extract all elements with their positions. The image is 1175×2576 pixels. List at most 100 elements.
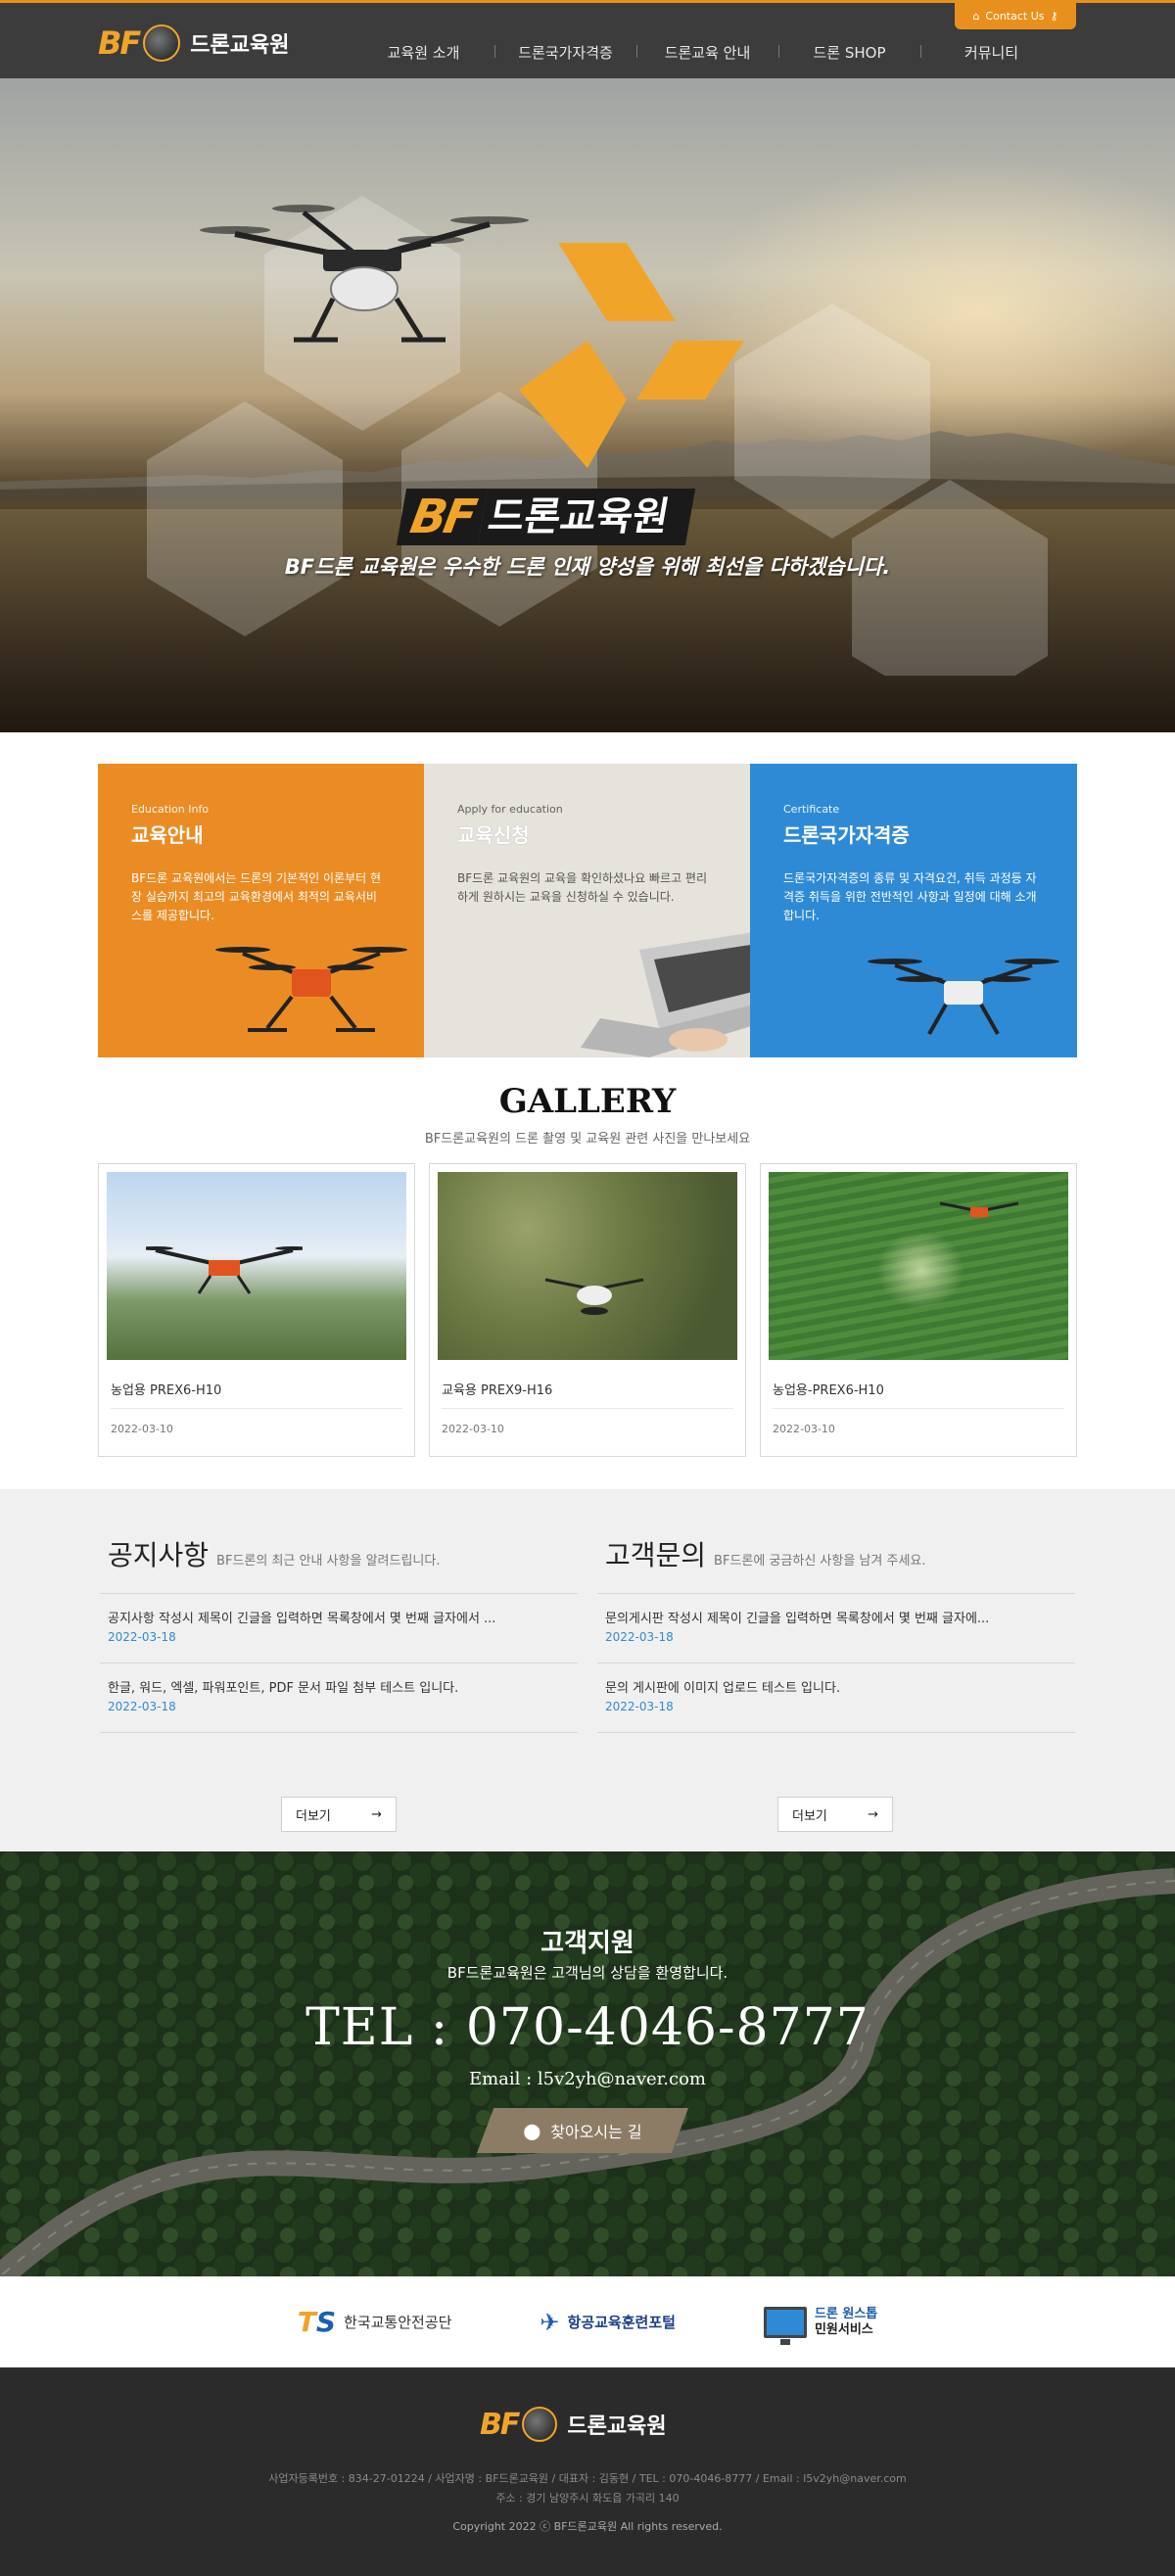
inquiry-title: 고객문의 bbox=[605, 1539, 707, 1571]
map-pin-icon: ⬤ bbox=[523, 2121, 541, 2140]
list-item[interactable]: 문의게시판 작성시 제목이 긴글을 입력하면 목록창에서 몇 번째 글자에...… bbox=[597, 1594, 1075, 1663]
hero-drone-image bbox=[200, 205, 529, 343]
notice-title: 공지사항 bbox=[108, 1539, 210, 1571]
inquiry-more-button[interactable]: 더보기 → bbox=[777, 1797, 893, 1832]
footer-logo[interactable]: BF 드론교육원 bbox=[480, 2407, 667, 2442]
card-title: 교육안내 bbox=[131, 823, 204, 847]
list-item-title: 문의게시판 작성시 제목이 긴글을 입력하면 목록창에서 몇 번째 글자에... bbox=[605, 1612, 990, 1626]
gallery-title: GALLERY bbox=[498, 1082, 677, 1121]
site-footer: BF 드론교육원 사업자등록번호 : 834-27-01224 / 사업자명 :… bbox=[0, 2367, 1175, 2576]
cert-drone-image bbox=[868, 959, 1059, 1035]
gallery-photo bbox=[769, 1172, 1068, 1360]
gallery-item-title: 농업용 PREX6-H10 bbox=[111, 1380, 402, 1409]
hero-brand-logo: BF 드론교육원 bbox=[396, 483, 696, 551]
support-subtitle: BF드론교육원은 고객님의 상담을 환영합니다. bbox=[446, 1964, 728, 1982]
footer-logo-text: 드론교육원 bbox=[567, 2414, 667, 2439]
card-apply-education[interactable]: Apply for education 교육신청 BF드론 교육원의 교육을 확… bbox=[424, 764, 750, 1057]
main-nav: 교육원 소개 드론국가자격증 드론교육 안내 드론 SHOP 커뮤니티 bbox=[352, 42, 1062, 63]
notice-more-button[interactable]: 더보기 → bbox=[281, 1797, 397, 1832]
arrow-right-icon: → bbox=[371, 1806, 382, 1822]
directions-label: 찾아오시는 길 bbox=[550, 2123, 642, 2141]
partner-name-line1: 드론 원스톱 bbox=[814, 2306, 878, 2321]
gallery-item[interactable]: 농업용-PREX6-H10 2022-03-10 bbox=[760, 1163, 1077, 1457]
site-logo[interactable]: BF 드론교육원 bbox=[98, 24, 289, 62]
nav-item-shop[interactable]: 드론 SHOP bbox=[778, 42, 920, 63]
arrow-right-icon: → bbox=[868, 1806, 878, 1822]
ts-logo-t: T bbox=[297, 2306, 316, 2338]
footer-logo-mark: BF bbox=[480, 2407, 520, 2442]
list-item[interactable]: 공지사항 작성시 제목이 긴글을 입력하면 목록창에서 몇 번째 글자에서 ..… bbox=[100, 1594, 578, 1663]
gallery-subtitle: BF드론교육원의 드론 촬영 및 교육원 관련 사진을 만나보세요 bbox=[424, 1132, 751, 1147]
footer-address: 주소 : 경기 남양주시 화도읍 가곡리 140 bbox=[495, 2492, 680, 2505]
nav-item-about[interactable]: 교육원 소개 bbox=[352, 42, 494, 63]
gallery-item[interactable]: 농업용 PREX6-H10 2022-03-10 bbox=[98, 1163, 415, 1457]
hero-slogan: BF드론 교육원은 우수한 드론 인재 양성을 위해 최선을 다하겠습니다. bbox=[284, 555, 891, 579]
customer-support-section: 고객지원 BF드론교육원은 고객님의 상담을 환영합니다. TEL : 070-… bbox=[0, 1851, 1175, 2276]
home-icon: ⌂ bbox=[972, 10, 980, 23]
partner-kotsa[interactable]: TS 한국교통안전공단 bbox=[298, 2306, 452, 2338]
notice-header: 공지사항 BF드론의 최근 안내 사항을 알려드립니다. bbox=[100, 1534, 578, 1573]
notice-subtitle: BF드론의 최근 안내 사항을 알려드립니다. bbox=[216, 1554, 441, 1569]
footer-business-info: 사업자등록번호 : 834-27-01224 / 사업자명 : BF드론교육원 … bbox=[268, 2472, 907, 2485]
nav-item-community[interactable]: 커뮤니티 bbox=[920, 42, 1062, 63]
inquiry-board: 고객문의 BF드론에 궁금하신 사항을 남겨 주세요. 문의게시판 작성시 제목… bbox=[597, 1534, 1075, 1832]
ts-logo-icon: TS bbox=[298, 2306, 336, 2338]
partner-drone-onestop[interactable]: 드론 원스톱 민원서비스 bbox=[763, 2306, 877, 2345]
card-sub: Education Info bbox=[131, 803, 210, 816]
inquiry-list: 문의게시판 작성시 제목이 긴글을 입력하면 목록창에서 몇 번째 글자에...… bbox=[597, 1593, 1075, 1733]
nav-item-license[interactable]: 드론국가자격증 bbox=[494, 42, 636, 63]
nav-item-education[interactable]: 드론교육 안내 bbox=[636, 42, 778, 63]
card-desc: BF드론 교육원의 교육을 확인하셨나요 빠르고 편리하게 원하시는 교육을 신… bbox=[457, 871, 708, 904]
info-cards: Education Info 교육안내 BF드론 교육원에서는 드론의 기본적인… bbox=[98, 764, 1077, 1057]
inquiry-subtitle: BF드론에 궁금하신 사항을 남겨 주세요. bbox=[714, 1554, 926, 1569]
gallery-item-date: 2022-03-10 bbox=[111, 1423, 173, 1435]
contact-us-button[interactable]: ⌂ Contact Us ⚷ bbox=[955, 3, 1076, 29]
directions-button[interactable]: ⬤ 찾아오시는 길 bbox=[477, 2108, 688, 2153]
logo-text: 드론교육원 bbox=[190, 33, 290, 58]
airplane-icon: ✈ bbox=[540, 2308, 560, 2336]
card-sub: Apply for education bbox=[457, 803, 563, 816]
board-section: 공지사항 BF드론의 최근 안내 사항을 알려드립니다. 공지사항 작성시 제목… bbox=[0, 1489, 1175, 1851]
monitor-icon bbox=[763, 2306, 807, 2345]
logo-mark: BF bbox=[98, 24, 141, 62]
card-title: 교육신청 bbox=[457, 823, 530, 847]
notice-list: 공지사항 작성시 제목이 긴글을 입력하면 목록창에서 몇 번째 글자에서 ..… bbox=[100, 1593, 578, 1733]
support-tel: TEL : 070-4046-8777 bbox=[306, 1998, 870, 2057]
list-item[interactable]: 문의 게시판에 이미지 업로드 테스트 입니다. 2022-03-18 bbox=[597, 1663, 1075, 1733]
gallery-photo bbox=[438, 1172, 737, 1360]
globe-icon bbox=[522, 2407, 558, 2442]
card-desc: BF드론 교육원에서는 드론의 기본적인 이론부터 현장 실습까지 최고의 교육… bbox=[131, 871, 382, 922]
card-education-info[interactable]: Education Info 교육안내 BF드론 교육원에서는 드론의 기본적인… bbox=[98, 764, 424, 1057]
site-header: BF 드론교육원 ⌂ Contact Us ⚷ 교육원 소개 드론국가자격증 드… bbox=[0, 0, 1175, 78]
more-label: 더보기 bbox=[792, 1808, 827, 1824]
key-icon: ⚷ bbox=[1050, 10, 1058, 23]
notice-board: 공지사항 BF드론의 최근 안내 사항을 알려드립니다. 공지사항 작성시 제목… bbox=[100, 1534, 578, 1832]
list-item-title: 한글, 워드, 엑셀, 파워포인트, PDF 문서 파일 첨부 테스트 입니다. bbox=[108, 1681, 459, 1696]
card-certificate[interactable]: Certificate 드론국가자격증 드론국가자격증의 종류 및 자격요건, … bbox=[750, 764, 1077, 1057]
contact-us-label: Contact Us bbox=[985, 10, 1045, 23]
inquiry-header: 고객문의 BF드론에 궁금하신 사항을 남겨 주세요. bbox=[597, 1534, 1075, 1573]
card-title: 드론국가자격증 bbox=[783, 823, 910, 847]
list-item-date: 2022-03-18 bbox=[108, 1700, 176, 1713]
partner-aviation-portal[interactable]: ✈ 항공교육훈련포털 bbox=[540, 2309, 676, 2336]
support-title: 고객지원 bbox=[540, 1929, 634, 1958]
gallery-item-title: 교육용 PREX9-H16 bbox=[442, 1380, 733, 1409]
list-item-date: 2022-03-18 bbox=[605, 1630, 674, 1644]
list-item-title: 공지사항 작성시 제목이 긴글을 입력하면 목록창에서 몇 번째 글자에서 ..… bbox=[108, 1612, 496, 1626]
support-email: Email : l5v2yh@naver.com bbox=[468, 2069, 707, 2089]
list-item-date: 2022-03-18 bbox=[605, 1700, 674, 1713]
card-desc: 드론국가자격증의 종류 및 자격요건, 취득 과정등 자격증 취득을 위한 전반… bbox=[783, 871, 1037, 922]
partner-name: 드론 원스톱 민원서비스 bbox=[815, 2307, 877, 2338]
footer-info: 사업자등록번호 : 834-27-01224 / 사업자명 : BF드론교육원 … bbox=[0, 2469, 1175, 2508]
gallery-item-date: 2022-03-10 bbox=[773, 1423, 835, 1435]
card-sub: Certificate bbox=[783, 803, 840, 816]
list-item[interactable]: 한글, 워드, 엑셀, 파워포인트, PDF 문서 파일 첨부 테스트 입니다.… bbox=[100, 1663, 578, 1733]
gallery-list: 농업용 PREX6-H10 2022-03-10 교육용 PREX9-H16 2… bbox=[98, 1163, 1077, 1457]
list-item-date: 2022-03-18 bbox=[108, 1630, 176, 1644]
partner-links: TS 한국교통안전공단 ✈ 항공교육훈련포털 드론 원스톱 민원서비스 bbox=[0, 2276, 1175, 2367]
partner-name: 항공교육훈련포털 bbox=[567, 2314, 676, 2331]
ts-logo-s: S bbox=[315, 2306, 337, 2338]
gallery-item[interactable]: 교육용 PREX9-H16 2022-03-10 bbox=[429, 1163, 746, 1457]
agri-drone-image bbox=[215, 947, 407, 1032]
footer-copyright: Copyright 2022 ⓒ BF드론교육원 All rights rese… bbox=[452, 2520, 723, 2533]
